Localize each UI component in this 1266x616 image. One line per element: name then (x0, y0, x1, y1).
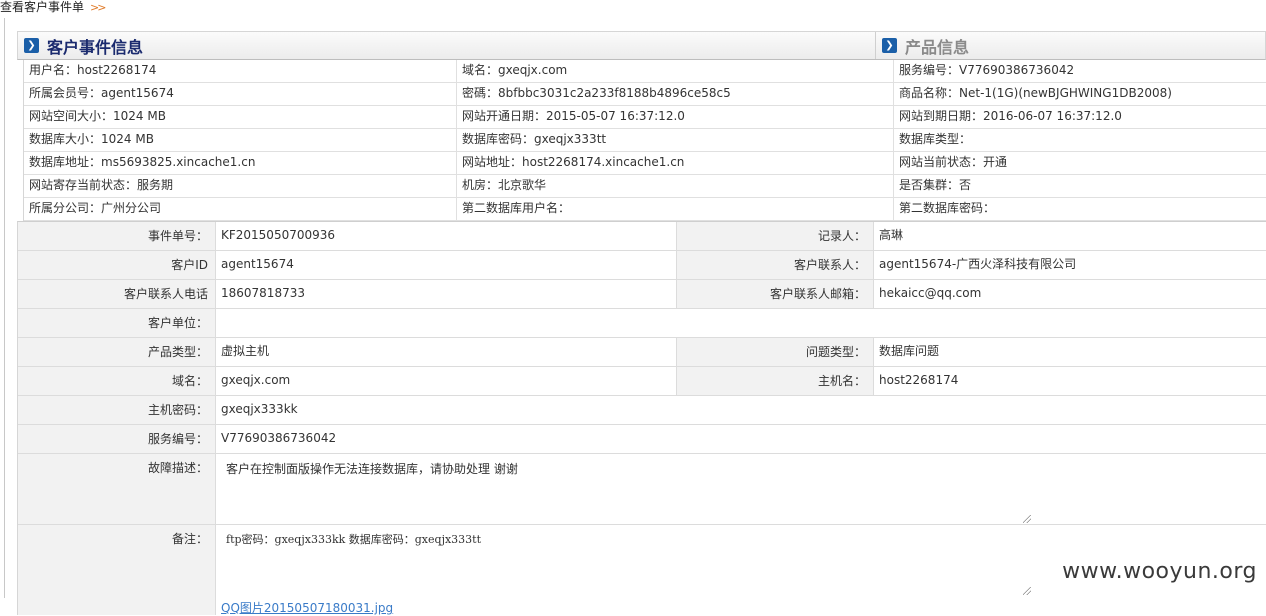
info-cell: 网站空间大小：1024 MB (24, 106, 457, 128)
event-no-label: 事件单号： (18, 222, 216, 250)
section-header-bar: ❯ 客户事件信息 ❯ 产品信息 (17, 31, 1266, 60)
info-cell: 网站寄存当前状态：服务期 (24, 175, 457, 197)
issue-type-value: 数据库问题 (879, 344, 940, 358)
event-no-value: KF2015050700936 (216, 222, 677, 250)
page-title: 查看客户事件单 >> (0, 0, 107, 16)
page-title-text: 查看客户事件单 (0, 0, 85, 14)
info-cell: 网站开通日期：2015-05-07 16:37:12.0 (457, 106, 894, 128)
section-customer-event: ❯ 客户事件信息 (18, 32, 876, 59)
info-cell: 网站地址：host2268174.xincache1.cn (457, 152, 894, 174)
remark-label: 备注： (18, 525, 216, 615)
info-cell: 第二数据库密码： (899, 201, 996, 215)
info-cell: 数据库密码：gxeqjx333tt (457, 129, 894, 151)
attachment-link[interactable]: QQ图片20150507180031.jpg (221, 599, 393, 616)
info-row: 所属会员号：agent15674 密碼：8bfbbc3031c2a233f818… (24, 83, 1266, 106)
contact-value: agent15674-广西火泽科技有限公司 (879, 257, 1077, 271)
info-cell: 服务编号：V77690386736042 (899, 63, 1075, 77)
contact-phone-label: 客户联系人电话 (18, 280, 216, 308)
contact-email-value: hekaicc@qq.com (879, 286, 982, 300)
resize-grip-icon[interactable] (1023, 515, 1031, 523)
section-title-customer-event: 客户事件信息 (47, 37, 144, 57)
info-cell: 机房：北京歌华 (457, 175, 894, 197)
event-detail-panel: ❯ 客户事件信息 ❯ 产品信息 用户名：host2268174 域名：gxeqj… (17, 31, 1266, 615)
arrow-right-icon: ❯ (882, 38, 897, 53)
info-row: 网站空间大小：1024 MB 网站开通日期：2015-05-07 16:37:1… (24, 106, 1266, 129)
info-row: 数据库大小：1024 MB 数据库密码：gxeqjx333tt 数据库类型： (24, 129, 1266, 152)
info-cell: 所属会员号：agent15674 (24, 83, 457, 105)
customer-id-label: 客户ID (18, 251, 216, 279)
customer-id-value: agent15674 (216, 251, 677, 279)
info-cell: 网站到期日期：2016-06-07 16:37:12.0 (899, 109, 1122, 123)
resize-grip-icon[interactable] (1023, 587, 1031, 595)
fault-text: 客户在控制面版操作无法连接数据库，请协助处理 谢谢 (226, 462, 518, 476)
info-cell: 所属分公司：广州分公司 (24, 198, 457, 220)
info-cell: 商品名称：Net-1(1G)(newBJGHWING1DB2008) (899, 86, 1172, 100)
form-row: 主机密码： gxeqjx333kk (18, 396, 1266, 425)
account-info-grid: 用户名：host2268174 域名：gxeqjx.com 服务编号：V7769… (23, 60, 1266, 221)
event-form: 事件单号： KF2015050700936 记录人： 高琳 客户ID agent… (17, 221, 1266, 615)
fault-textarea-box[interactable]: 客户在控制面版操作无法连接数据库，请协助处理 谢谢 (216, 454, 1031, 523)
contact-email-label: 客户联系人邮箱： (677, 280, 874, 308)
remark-textarea-box[interactable]: ftp密码：gxeqjx333kk 数据库密码：gxeqjx333tt (216, 525, 1031, 595)
contact-phone-value: 18607818733 (216, 280, 677, 308)
info-cell: 第二数据库用户名： (457, 198, 894, 220)
form-row: 域名： gxeqjx.com 主机名： host2268174 (18, 367, 1266, 396)
info-cell: 数据库类型： (899, 132, 972, 146)
section-title-product: 产品信息 (905, 37, 970, 57)
hostname-label: 主机名： (677, 367, 874, 395)
form-row: 客户联系人电话 18607818733 客户联系人邮箱： hekaicc@qq.… (18, 280, 1266, 309)
info-cell: 网站当前状态：开通 (899, 155, 1008, 169)
form-row: 客户ID agent15674 客户联系人： agent15674-广西火泽科技… (18, 251, 1266, 280)
domain-label: 域名： (18, 367, 216, 395)
product-type-label: 产品类型： (18, 338, 216, 366)
form-row: 产品类型： 虚拟主机 问题类型： 数据库问题 (18, 338, 1266, 367)
service-no-label: 服务编号： (18, 425, 216, 453)
arrow-right-icon: ❯ (24, 38, 39, 53)
unit-label: 客户单位： (18, 309, 216, 337)
form-row: 事件单号： KF2015050700936 记录人： 高琳 (18, 222, 1266, 251)
info-row: 用户名：host2268174 域名：gxeqjx.com 服务编号：V7769… (24, 60, 1266, 83)
info-cell: 密碼：8bfbbc3031c2a233f8188b4896ce58c5 (457, 83, 894, 105)
product-type-value: 虚拟主机 (216, 338, 677, 366)
unit-value (216, 309, 1266, 337)
form-row: 故障描述： 客户在控制面版操作无法连接数据库，请协助处理 谢谢 (18, 454, 1266, 525)
info-row: 所属分公司：广州分公司 第二数据库用户名： 第二数据库密码： (24, 198, 1266, 221)
double-chevron-icon: >> (90, 1, 107, 14)
info-cell: 数据库地址：ms5693825.xincache1.cn (24, 152, 457, 174)
domain-value: gxeqjx.com (216, 367, 677, 395)
recorder-value: 高琳 (879, 228, 904, 242)
left-divider (4, 18, 5, 598)
remark-text: ftp密码：gxeqjx333kk 数据库密码：gxeqjx333tt (226, 533, 482, 546)
info-row: 数据库地址：ms5693825.xincache1.cn 网站地址：host22… (24, 152, 1266, 175)
info-cell: 是否集群：否 (899, 178, 972, 192)
info-row: 网站寄存当前状态：服务期 机房：北京歌华 是否集群：否 (24, 175, 1266, 198)
info-cell: 数据库大小：1024 MB (24, 129, 457, 151)
info-cell: 用户名：host2268174 (24, 60, 457, 82)
issue-type-label: 问题类型： (677, 338, 874, 366)
host-password-value: gxeqjx333kk (221, 402, 298, 416)
info-cell: 域名：gxeqjx.com (457, 60, 894, 82)
service-no-value: V77690386736042 (221, 431, 337, 445)
form-row: 客户单位： (18, 309, 1266, 338)
section-product[interactable]: ❯ 产品信息 (876, 32, 1265, 59)
form-row: 服务编号： V77690386736042 (18, 425, 1266, 454)
watermark: www.wooyun.org (1062, 559, 1257, 584)
hostname-value: host2268174 (879, 373, 959, 387)
recorder-label: 记录人： (677, 222, 874, 250)
host-password-label: 主机密码： (18, 396, 216, 424)
fault-label: 故障描述： (18, 454, 216, 524)
contact-label: 客户联系人： (677, 251, 874, 279)
fault-textarea[interactable]: 客户在控制面版操作无法连接数据库，请协助处理 谢谢 (216, 454, 1266, 524)
